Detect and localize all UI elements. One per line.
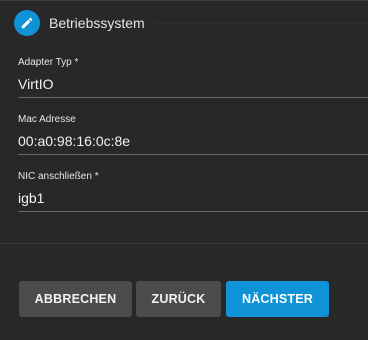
step-header[interactable]: Betriebssystem [14,8,145,38]
adapter-type-label: Adapter Typ * [18,57,79,68]
next-button[interactable]: NÄCHSTER [226,281,329,317]
nic-attach-underline [18,211,368,212]
nic-attach-field[interactable]: NIC anschließen * igb1 [18,170,368,212]
mac-address-input[interactable]: 00:a0:98:16:0c:8e [18,131,368,151]
adapter-type-field[interactable]: Adapter Typ * VirtIO [18,56,368,98]
pencil-icon [14,10,40,36]
step-title: Betriebssystem [49,15,145,31]
adapter-type-underline [18,97,368,98]
mac-address-underline [18,154,368,155]
mac-address-field[interactable]: Mac Adresse 00:a0:98:16:0c:8e [18,113,368,155]
back-button[interactable]: ZURÜCK [136,281,221,317]
top-divider [0,0,368,1]
mac-address-label: Mac Adresse [18,114,76,125]
footer-divider [0,243,368,244]
nic-attach-select[interactable]: igb1 [18,188,368,208]
nic-attach-label: NIC anschließen * [18,171,99,182]
adapter-type-select[interactable]: VirtIO [18,74,368,94]
step-connector-line [154,23,368,24]
cancel-button[interactable]: ABBRECHEN [19,281,132,317]
